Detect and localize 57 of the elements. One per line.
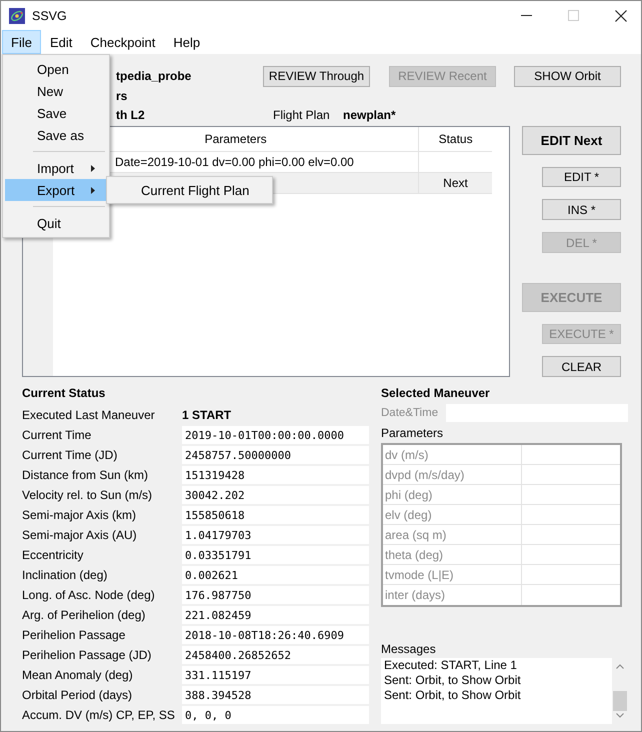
section-title: Selected Maneuver bbox=[381, 385, 491, 402]
parameter-label: dvpd (m/s/day) bbox=[383, 465, 522, 484]
status-field: 155850618 bbox=[182, 506, 369, 524]
message-line: Sent: Orbit, to Show Orbit bbox=[384, 673, 522, 688]
status-label: Semi-major Axis (AU) bbox=[22, 528, 138, 542]
flight-plan-name: newplan* bbox=[343, 108, 396, 122]
status-value: 1 START bbox=[182, 408, 232, 422]
section-title: Current Status bbox=[22, 385, 106, 402]
status-field: 1.04179703 bbox=[182, 526, 369, 544]
parameter-label: tvmode (L|E) bbox=[383, 565, 522, 584]
status-field: 176.987750 bbox=[182, 586, 369, 604]
status-label: Current Time (JD) bbox=[22, 448, 118, 462]
table-cell: Next bbox=[443, 176, 468, 190]
status-field: 2019-10-01T00:00:00.0000 bbox=[182, 426, 369, 444]
column-header: Status bbox=[438, 131, 474, 148]
status-label: Orbital Period (days) bbox=[22, 688, 134, 702]
status-label: Long. of Asc. Node (deg) bbox=[22, 588, 156, 602]
parameters-title: Parameters bbox=[381, 425, 444, 442]
status-label: Arg. of Perihelion (deg) bbox=[22, 608, 146, 622]
status-field: 2018-10-08T18:26:40.6909 bbox=[182, 626, 369, 644]
window-title: SSVG bbox=[32, 8, 67, 22]
status-label: Inclination (deg) bbox=[22, 568, 108, 582]
table-cell: Date=2019-10-01 dv=0.00 phi=0.00 elv=0.00 bbox=[115, 155, 354, 169]
date-time-label: Date&Time bbox=[381, 407, 440, 419]
probe-name: tpedia_probe bbox=[116, 69, 192, 83]
status-label: Velocity rel. to Sun (m/s) bbox=[22, 488, 154, 502]
status-label: Semi-major Axis (km) bbox=[22, 508, 138, 522]
status-field: 388.394528 bbox=[182, 686, 369, 704]
status-label: Distance from Sun (km) bbox=[22, 468, 150, 482]
status-field: 221.082459 bbox=[182, 606, 369, 624]
probe-label: th L2 bbox=[116, 108, 146, 122]
status-field: 151319428 bbox=[182, 466, 369, 484]
status-label: Accum. DV (m/s) CP, EP, SS bbox=[22, 708, 176, 722]
status-label: Mean Anomaly (deg) bbox=[22, 668, 134, 682]
status-field: 30042.202 bbox=[182, 486, 369, 504]
message-line: Executed: START, Line 1 bbox=[384, 658, 518, 673]
parameter-label: dv (m/s) bbox=[383, 445, 522, 464]
parameter-label: inter (days) bbox=[383, 585, 522, 605]
parameter-label: elv (deg) bbox=[383, 505, 522, 524]
probe-label: rs bbox=[116, 89, 128, 103]
status-label: Perihelion Passage (JD) bbox=[22, 648, 152, 662]
status-label: Current Time bbox=[22, 428, 92, 442]
parameter-label: area (sq m) bbox=[383, 525, 522, 544]
status-label: Perihelion Passage bbox=[22, 628, 126, 642]
flight-plan-label: Flight Plan bbox=[273, 108, 331, 122]
status-field: 0.002621 bbox=[182, 566, 369, 584]
status-field: 0.03351791 bbox=[182, 546, 369, 564]
messages-title: Messages bbox=[381, 641, 437, 658]
parameter-label: phi (deg) bbox=[383, 485, 522, 504]
status-field: 0, 0, 0 bbox=[182, 706, 369, 724]
status-label: Eccentricity bbox=[22, 548, 84, 562]
status-label: Executed Last Maneuver bbox=[22, 408, 156, 422]
status-field: 331.115197 bbox=[182, 666, 369, 684]
parameter-label: theta (deg) bbox=[383, 545, 522, 564]
message-line: Sent: Orbit, to Show Orbit bbox=[384, 688, 522, 703]
status-field: 2458757.50000000 bbox=[182, 446, 369, 464]
status-field: 2458400.26852652 bbox=[182, 646, 369, 664]
